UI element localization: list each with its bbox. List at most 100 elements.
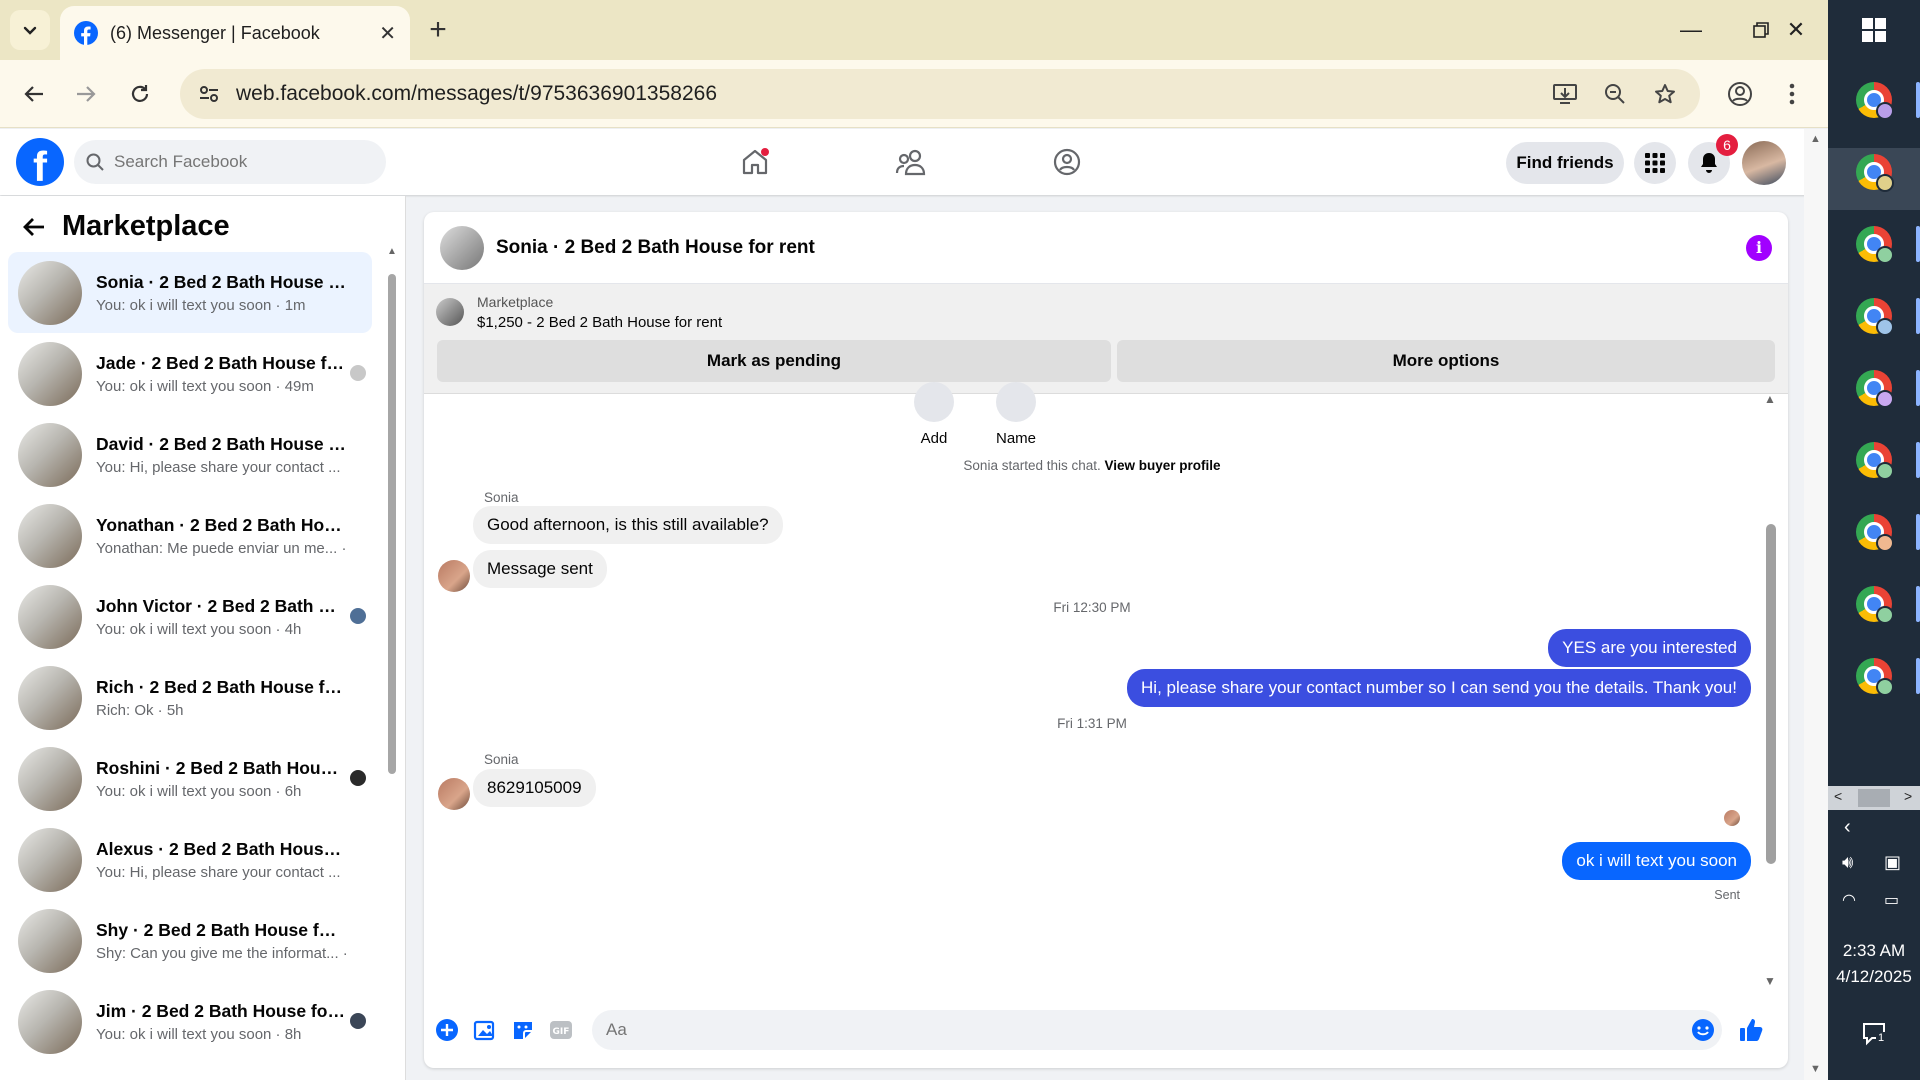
conversation-item[interactable]: Shy · 2 Bed 2 Bath House for rent Shy: Ca… xyxy=(8,900,372,981)
back-button[interactable] xyxy=(14,74,54,114)
message-bubble-incoming[interactable]: Message sent xyxy=(473,550,607,588)
chrome-app-icon[interactable] xyxy=(1852,294,1896,338)
thumbs-up-icon[interactable] xyxy=(1736,1015,1766,1045)
bookmark-star-icon[interactable] xyxy=(1648,77,1682,111)
new-tab-button[interactable]: + xyxy=(420,12,456,48)
view-buyer-profile-link[interactable]: View buyer profile xyxy=(1105,458,1221,473)
conversation-item[interactable]: John Victor · 2 Bed 2 Bath Ho... You: ok … xyxy=(8,576,372,657)
chrome-app-icon[interactable] xyxy=(1852,654,1896,698)
sidebar-scrollbar[interactable]: ▲ ▼ xyxy=(386,246,398,1076)
conversation-item[interactable]: Jim · 2 Bed 2 Bath House for ... You: ok … xyxy=(8,981,372,1062)
page-scrollbar[interactable]: ▲ ▼ xyxy=(1804,129,1828,1080)
more-options-button[interactable]: More options xyxy=(1117,340,1775,382)
gif-icon[interactable]: GIF xyxy=(546,1015,576,1045)
chrome-app-icon[interactable] xyxy=(1852,510,1896,554)
search-icon xyxy=(86,153,104,171)
facebook-logo[interactable]: f xyxy=(16,138,64,190)
volume-icon[interactable]: 🔊︎ xyxy=(1842,852,1853,873)
find-friends-button[interactable]: Find friends xyxy=(1506,142,1624,184)
facebook-search[interactable] xyxy=(74,140,386,184)
sidebar-scrollbar-thumb[interactable] xyxy=(388,274,396,774)
message-input[interactable] xyxy=(592,1010,1722,1050)
photo-icon[interactable] xyxy=(470,1015,500,1045)
wifi-icon[interactable]: ◠ xyxy=(1842,890,1856,910)
notification-center-icon[interactable]: 1 xyxy=(1862,1022,1890,1046)
browser-tab-messenger[interactable]: (6) Messenger | Facebook ✕ xyxy=(60,6,410,60)
reload-button[interactable] xyxy=(120,74,160,114)
listing-thumbnail xyxy=(18,827,82,892)
conversation-item[interactable]: Alexus · 2 Bed 2 Bath House for... You: H… xyxy=(8,819,372,900)
taskbar-scrollbar[interactable]: < > xyxy=(1828,786,1920,810)
conversation-item[interactable]: Roshini · 2 Bed 2 Bath House ... You: ok … xyxy=(8,738,372,819)
sticker-icon[interactable] xyxy=(508,1015,538,1045)
nav-friends[interactable] xyxy=(856,137,966,187)
camera-icon[interactable]: ▣ xyxy=(1884,852,1901,873)
windows-start-icon[interactable] xyxy=(1862,18,1886,47)
chrome-app-icon[interactable] xyxy=(1852,150,1896,194)
chat-listing-thumbnail[interactable] xyxy=(440,225,484,270)
conversation-item[interactable]: David · 2 Bed 2 Bath House for ... You: H… xyxy=(8,414,372,495)
menu-button[interactable] xyxy=(1634,142,1676,184)
chrome-app-icon[interactable] xyxy=(1852,366,1896,410)
mark-as-pending-button[interactable]: Mark as pending xyxy=(437,340,1111,382)
quick-action-name[interactable]: Name xyxy=(976,382,1056,447)
profile-avatar[interactable] xyxy=(1742,141,1786,185)
url-text[interactable]: web.facebook.com/messages/t/975363690135… xyxy=(236,82,1532,106)
taskbar-clock[interactable]: 2:33 AM 4/12/2025 xyxy=(1828,938,1920,990)
zoom-icon[interactable] xyxy=(1598,77,1632,111)
chat-scrollbar-thumb[interactable] xyxy=(1766,524,1776,864)
battery-icon[interactable]: ▭ xyxy=(1884,890,1899,910)
close-tab-icon[interactable]: ✕ xyxy=(379,21,396,46)
scroll-up-icon[interactable]: ▲ xyxy=(387,246,397,257)
windows-taskbar: < > ‹ 🔊︎ ▣ ◠ ▭ 2:33 AM 4/12/2025 1 xyxy=(1828,0,1920,1080)
listing-small-thumbnail[interactable] xyxy=(436,298,464,326)
scroll-up-icon[interactable]: ▲ xyxy=(1764,392,1776,406)
nav-groups[interactable] xyxy=(1012,137,1122,187)
address-bar[interactable]: web.facebook.com/messages/t/975363690135… xyxy=(180,69,1700,119)
tab-search-button[interactable] xyxy=(10,10,50,50)
message-status: Sent xyxy=(1714,888,1740,902)
sender-avatar[interactable] xyxy=(438,560,470,592)
sender-avatar[interactable] xyxy=(438,778,470,810)
chrome-app-icon[interactable] xyxy=(1852,582,1896,626)
browser-menu-button[interactable] xyxy=(1772,74,1812,114)
info-icon[interactable]: i xyxy=(1746,234,1772,261)
scroll-down-icon[interactable]: ▼ xyxy=(1810,1063,1821,1075)
scroll-up-icon[interactable]: ▲ xyxy=(1810,133,1821,145)
conversation-item[interactable]: Rich · 2 Bed 2 Bath House for r... Rich: … xyxy=(8,657,372,738)
message-bubble-outgoing[interactable]: YES are you interested xyxy=(1548,629,1751,667)
quick-action-add[interactable]: Add xyxy=(894,382,974,447)
close-window-button[interactable]: ✕ xyxy=(1766,10,1826,50)
emoji-icon[interactable] xyxy=(1688,1015,1718,1045)
listing-price[interactable]: $1,250 - 2 Bed 2 Bath House for rent xyxy=(477,314,722,331)
conversation-item[interactable]: Yonathan · 2 Bed 2 Bath House ... Yonatha… xyxy=(8,495,372,576)
message-bubble-outgoing[interactable]: Hi, please share your contact number so … xyxy=(1127,669,1751,707)
taskbar-scroll-thumb[interactable] xyxy=(1858,789,1890,807)
chevron-right-icon[interactable]: > xyxy=(1904,788,1912,804)
chat-title[interactable]: Sonia · 2 Bed 2 Bath House for rent xyxy=(496,237,1746,259)
chrome-app-icon[interactable] xyxy=(1852,222,1896,266)
chat-header: Sonia · 2 Bed 2 Bath House for rent i xyxy=(424,212,1788,284)
bell-icon xyxy=(1701,153,1717,173)
search-input[interactable] xyxy=(114,152,354,172)
scroll-down-icon[interactable]: ▼ xyxy=(1764,974,1776,988)
nav-home[interactable] xyxy=(700,137,810,187)
profile-button[interactable] xyxy=(1720,74,1760,114)
chrome-app-icon[interactable] xyxy=(1852,78,1896,122)
plus-circle-icon[interactable] xyxy=(432,1015,462,1045)
message-bubble-outgoing[interactable]: ok i will text you soon xyxy=(1562,842,1751,880)
conversation-item[interactable]: Jade · 2 Bed 2 Bath House fo... You: ok i… xyxy=(8,333,372,414)
install-app-icon[interactable] xyxy=(1548,77,1582,111)
message-bubble-incoming[interactable]: 8629105009 xyxy=(473,769,596,807)
chat-scrollbar[interactable]: ▲ ▼ xyxy=(1760,392,1780,992)
site-settings-icon[interactable] xyxy=(198,83,220,105)
conversation-snippet: You: Hi, please share your contact ... ·… xyxy=(96,863,346,881)
minimize-button[interactable]: — xyxy=(1666,10,1716,50)
forward-button[interactable] xyxy=(66,74,106,114)
show-hidden-icons-icon[interactable]: ‹ xyxy=(1844,816,1851,839)
back-arrow-icon[interactable] xyxy=(22,216,46,238)
conversation-item[interactable]: Sonia · 2 Bed 2 Bath House for ... You: o… xyxy=(8,252,372,333)
message-bubble-incoming[interactable]: Good afternoon, is this still available? xyxy=(473,506,783,544)
chrome-app-icon[interactable] xyxy=(1852,438,1896,482)
chevron-left-icon[interactable]: < xyxy=(1834,788,1842,804)
